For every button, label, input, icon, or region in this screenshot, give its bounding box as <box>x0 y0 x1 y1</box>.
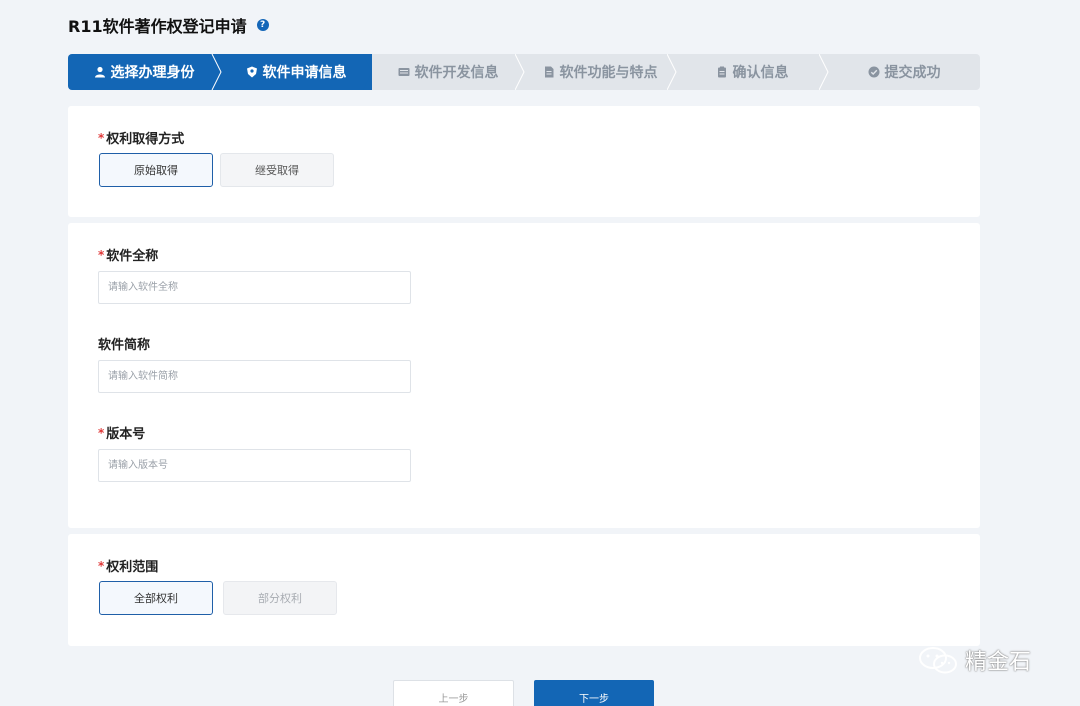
version-label: * 版本号 <box>98 425 146 443</box>
step-software-features[interactable]: 软件功能与特点 <box>524 54 677 90</box>
progress-steps: 选择办理身份 软件申请信息 软件开发信息 软件功能与特点 确认信息 提交成功 <box>68 54 980 90</box>
all-rights-button[interactable]: 全部权利 <box>99 581 213 615</box>
acquisition-label: * 权利取得方式 <box>98 130 185 148</box>
step-label: 软件功能与特点 <box>559 65 658 81</box>
document-icon <box>543 66 555 78</box>
previous-step-button[interactable]: 上一步 <box>393 680 514 706</box>
check-circle-icon <box>868 66 880 78</box>
rights-scope-label: * 权利范围 <box>98 558 159 576</box>
step-select-identity[interactable]: 选择办理身份 <box>68 54 222 90</box>
step-label: 选择办理身份 <box>110 65 195 81</box>
software-short-name-label: 软件简称 <box>98 338 151 353</box>
step-software-development-info[interactable]: 软件开发信息 <box>372 54 525 90</box>
watermark: 精金石 <box>917 644 1031 676</box>
step-submit-success[interactable]: 提交成功 <box>828 54 980 90</box>
question-circle-icon[interactable]: ? <box>256 19 269 31</box>
step-label: 软件申请信息 <box>262 65 347 81</box>
rights-scope-card: * 权利范围 全部权利 部分权利 <box>68 534 980 646</box>
wechat-icon <box>919 647 957 674</box>
shield-icon <box>246 66 258 78</box>
page-title-text: R11软件著作权登记申请 <box>68 17 247 36</box>
watermark-text: 精金石 <box>965 650 1032 675</box>
original-acquisition-button[interactable]: 原始取得 <box>99 153 213 187</box>
page-title: R11软件著作权登记申请 ? <box>68 14 269 36</box>
user-icon <box>94 66 106 78</box>
acquisition-card: * 权利取得方式 原始取得 继受取得 <box>68 106 980 217</box>
software-short-name-input[interactable] <box>98 360 411 393</box>
inherited-acquisition-button[interactable]: 继受取得 <box>220 153 334 187</box>
required-mark: * <box>98 425 105 440</box>
software-full-name-label: * 软件全称 <box>98 247 159 265</box>
software-full-name-input[interactable] <box>98 271 411 304</box>
required-mark: * <box>98 130 105 145</box>
clipboard-icon <box>716 66 728 78</box>
step-label: 提交成功 <box>884 65 941 81</box>
required-mark: * <box>98 247 105 262</box>
software-info-card: * 软件全称 软件简称 * 版本号 <box>68 223 980 528</box>
step-label: 软件开发信息 <box>414 65 499 81</box>
keyboard-icon <box>398 66 410 78</box>
next-step-button[interactable]: 下一步 <box>534 680 654 706</box>
step-software-application-info[interactable]: 软件申请信息 <box>220 54 372 90</box>
partial-rights-button[interactable]: 部分权利 <box>223 581 337 615</box>
step-label: 确认信息 <box>732 65 789 81</box>
version-input[interactable] <box>98 449 411 482</box>
required-mark: * <box>98 558 105 573</box>
step-confirm-info[interactable]: 确认信息 <box>676 54 829 90</box>
